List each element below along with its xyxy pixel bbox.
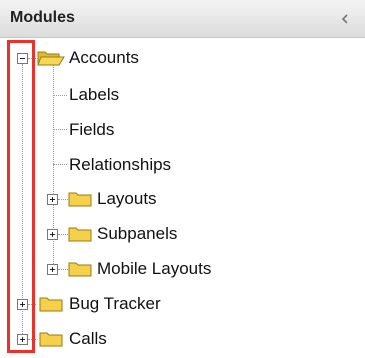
tree-item-label: Bug Tracker: [69, 294, 161, 313]
tree-item-label: Relationships: [69, 155, 172, 174]
tree-item-subpanels[interactable]: Subpanels: [0, 222, 220, 246]
expand-toggle-icon[interactable]: [47, 264, 58, 275]
expand-toggle-icon[interactable]: [47, 229, 58, 240]
tree-item-calls[interactable]: Calls: [0, 327, 200, 351]
collapse-toggle-icon[interactable]: [17, 53, 28, 64]
tree-item-layouts[interactable]: Layouts: [0, 187, 220, 211]
tree-item-mobile-layouts[interactable]: Mobile Layouts: [0, 257, 260, 281]
expand-toggle-icon[interactable]: [17, 299, 28, 310]
folder-icon: [38, 295, 64, 318]
tree-item-label: Layouts: [97, 189, 157, 208]
tree-item-accounts[interactable]: Accounts: [0, 46, 200, 70]
tree-item-label: Calls: [69, 329, 107, 348]
tree-item-label: Subpanels: [97, 224, 178, 243]
folder-icon: [67, 260, 93, 283]
module-tree: Accounts Labels Fields Relationships Lay…: [0, 38, 365, 358]
tree-item-label: Accounts: [69, 48, 139, 67]
tree-item-labels[interactable]: Labels: [0, 83, 200, 107]
chevron-left-icon[interactable]: [337, 10, 353, 28]
open-folder-icon: [36, 49, 66, 72]
tree-item-fields[interactable]: Fields: [0, 118, 200, 142]
tree-item-label: Labels: [69, 85, 120, 104]
panel-title: Modules: [10, 9, 75, 26]
expand-toggle-icon[interactable]: [17, 334, 28, 345]
folder-icon: [67, 190, 93, 213]
panel-header: Modules: [0, 0, 365, 38]
tree-item-label: Fields: [69, 120, 115, 139]
expand-toggle-icon[interactable]: [47, 194, 58, 205]
tree-item-label: Mobile Layouts: [97, 259, 212, 278]
folder-icon: [38, 330, 64, 353]
tree-item-bug-tracker[interactable]: Bug Tracker: [0, 292, 220, 316]
tree-item-relationships[interactable]: Relationships: [0, 153, 200, 177]
folder-icon: [67, 225, 93, 248]
